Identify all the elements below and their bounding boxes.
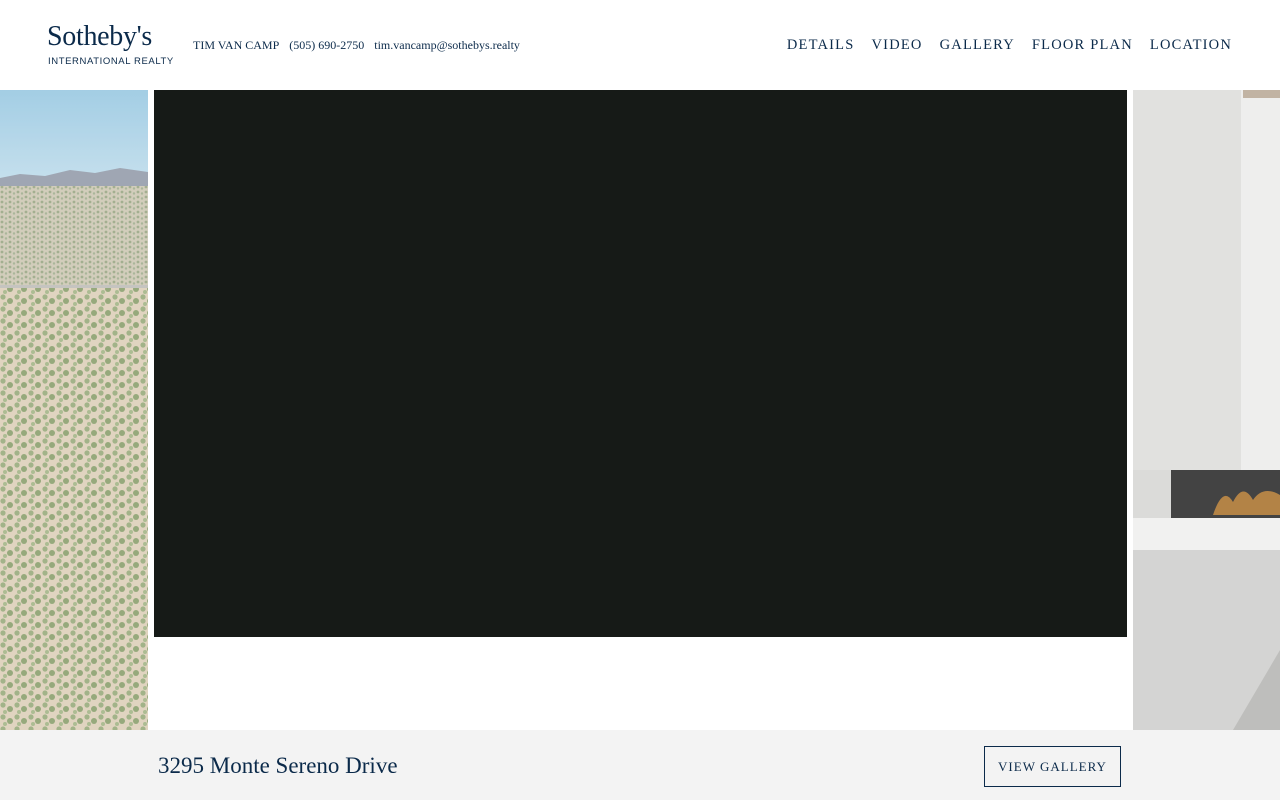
agent-phone-link[interactable]: (505) 690-2750 — [289, 37, 364, 53]
logo-subtitle: INTERNATIONAL REALTY — [48, 56, 174, 67]
property-address: 3295 Monte Sereno Drive — [158, 753, 398, 778]
nav-gallery[interactable]: GALLERY — [940, 36, 1015, 54]
agent-contact: TIM VAN CAMP (505) 690-2750 tim.vancamp@… — [193, 37, 520, 53]
interior-fireplace-photo[interactable] — [1133, 90, 1280, 730]
property-video-player[interactable] — [154, 90, 1127, 637]
aerial-desert-landscape-photo[interactable] — [0, 90, 148, 730]
site-header: Sotheby's INTERNATIONAL REALTY TIM VAN C… — [0, 0, 1280, 90]
nav-details[interactable]: DETAILS — [787, 36, 855, 54]
main-nav: DETAILS VIDEO GALLERY FLOOR PLAN LOCATIO… — [787, 36, 1232, 54]
view-gallery-button[interactable]: VIEW GALLERY — [984, 746, 1121, 787]
property-footer-bar: 3295 Monte Sereno Drive VIEW GALLERY — [0, 730, 1280, 800]
video-spacer — [148, 637, 1133, 730]
interior-image — [1133, 90, 1280, 730]
agent-email-link[interactable]: tim.vancamp@sothebys.realty — [374, 37, 520, 53]
nav-video[interactable]: VIDEO — [872, 36, 923, 54]
nav-floor-plan[interactable]: FLOOR PLAN — [1032, 36, 1133, 54]
aerial-landscape-image — [0, 90, 148, 730]
nav-location[interactable]: LOCATION — [1150, 36, 1232, 54]
logo-wordmark: Sotheby's — [47, 21, 153, 52]
agent-name: TIM VAN CAMP — [193, 38, 280, 52]
sothebys-logo[interactable]: Sotheby's INTERNATIONAL REALTY — [47, 21, 173, 68]
